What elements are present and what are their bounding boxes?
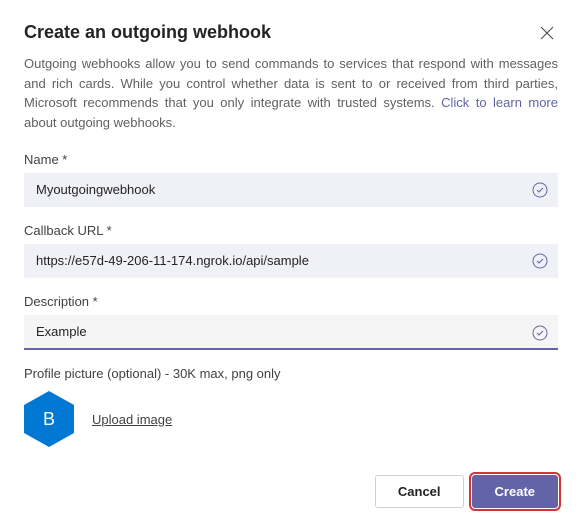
learn-more-link[interactable]: Click to learn more: [441, 95, 558, 110]
avatar: B: [24, 391, 74, 447]
name-label: Name *: [24, 152, 558, 167]
checkmark-circle-icon: [532, 182, 548, 198]
callback-url-field-group: Callback URL *: [24, 223, 558, 278]
profile-picture-group: Profile picture (optional) - 30K max, pn…: [24, 366, 558, 447]
dialog-title: Create an outgoing webhook: [24, 22, 271, 43]
create-button[interactable]: Create: [472, 475, 558, 508]
avatar-letter: B: [43, 409, 55, 430]
close-icon: [540, 26, 554, 40]
upload-image-button[interactable]: Upload image: [92, 412, 172, 427]
name-field-group: Name *: [24, 152, 558, 207]
description-label: Description *: [24, 294, 558, 309]
checkmark-circle-icon: [532, 325, 548, 341]
description-text-after: about outgoing webhooks.: [24, 115, 176, 130]
cancel-button[interactable]: Cancel: [375, 475, 464, 508]
checkmark-circle-icon: [532, 253, 548, 269]
description-input[interactable]: [24, 315, 558, 350]
callback-url-label: Callback URL *: [24, 223, 558, 238]
description-field-group: Description *: [24, 294, 558, 350]
callback-url-input[interactable]: [24, 244, 558, 278]
profile-picture-label: Profile picture (optional) - 30K max, pn…: [24, 366, 558, 381]
dialog-footer: Cancel Create: [375, 475, 558, 508]
close-button[interactable]: [536, 22, 558, 44]
name-input[interactable]: [24, 173, 558, 207]
dialog-description: Outgoing webhooks allow you to send comm…: [24, 54, 558, 132]
